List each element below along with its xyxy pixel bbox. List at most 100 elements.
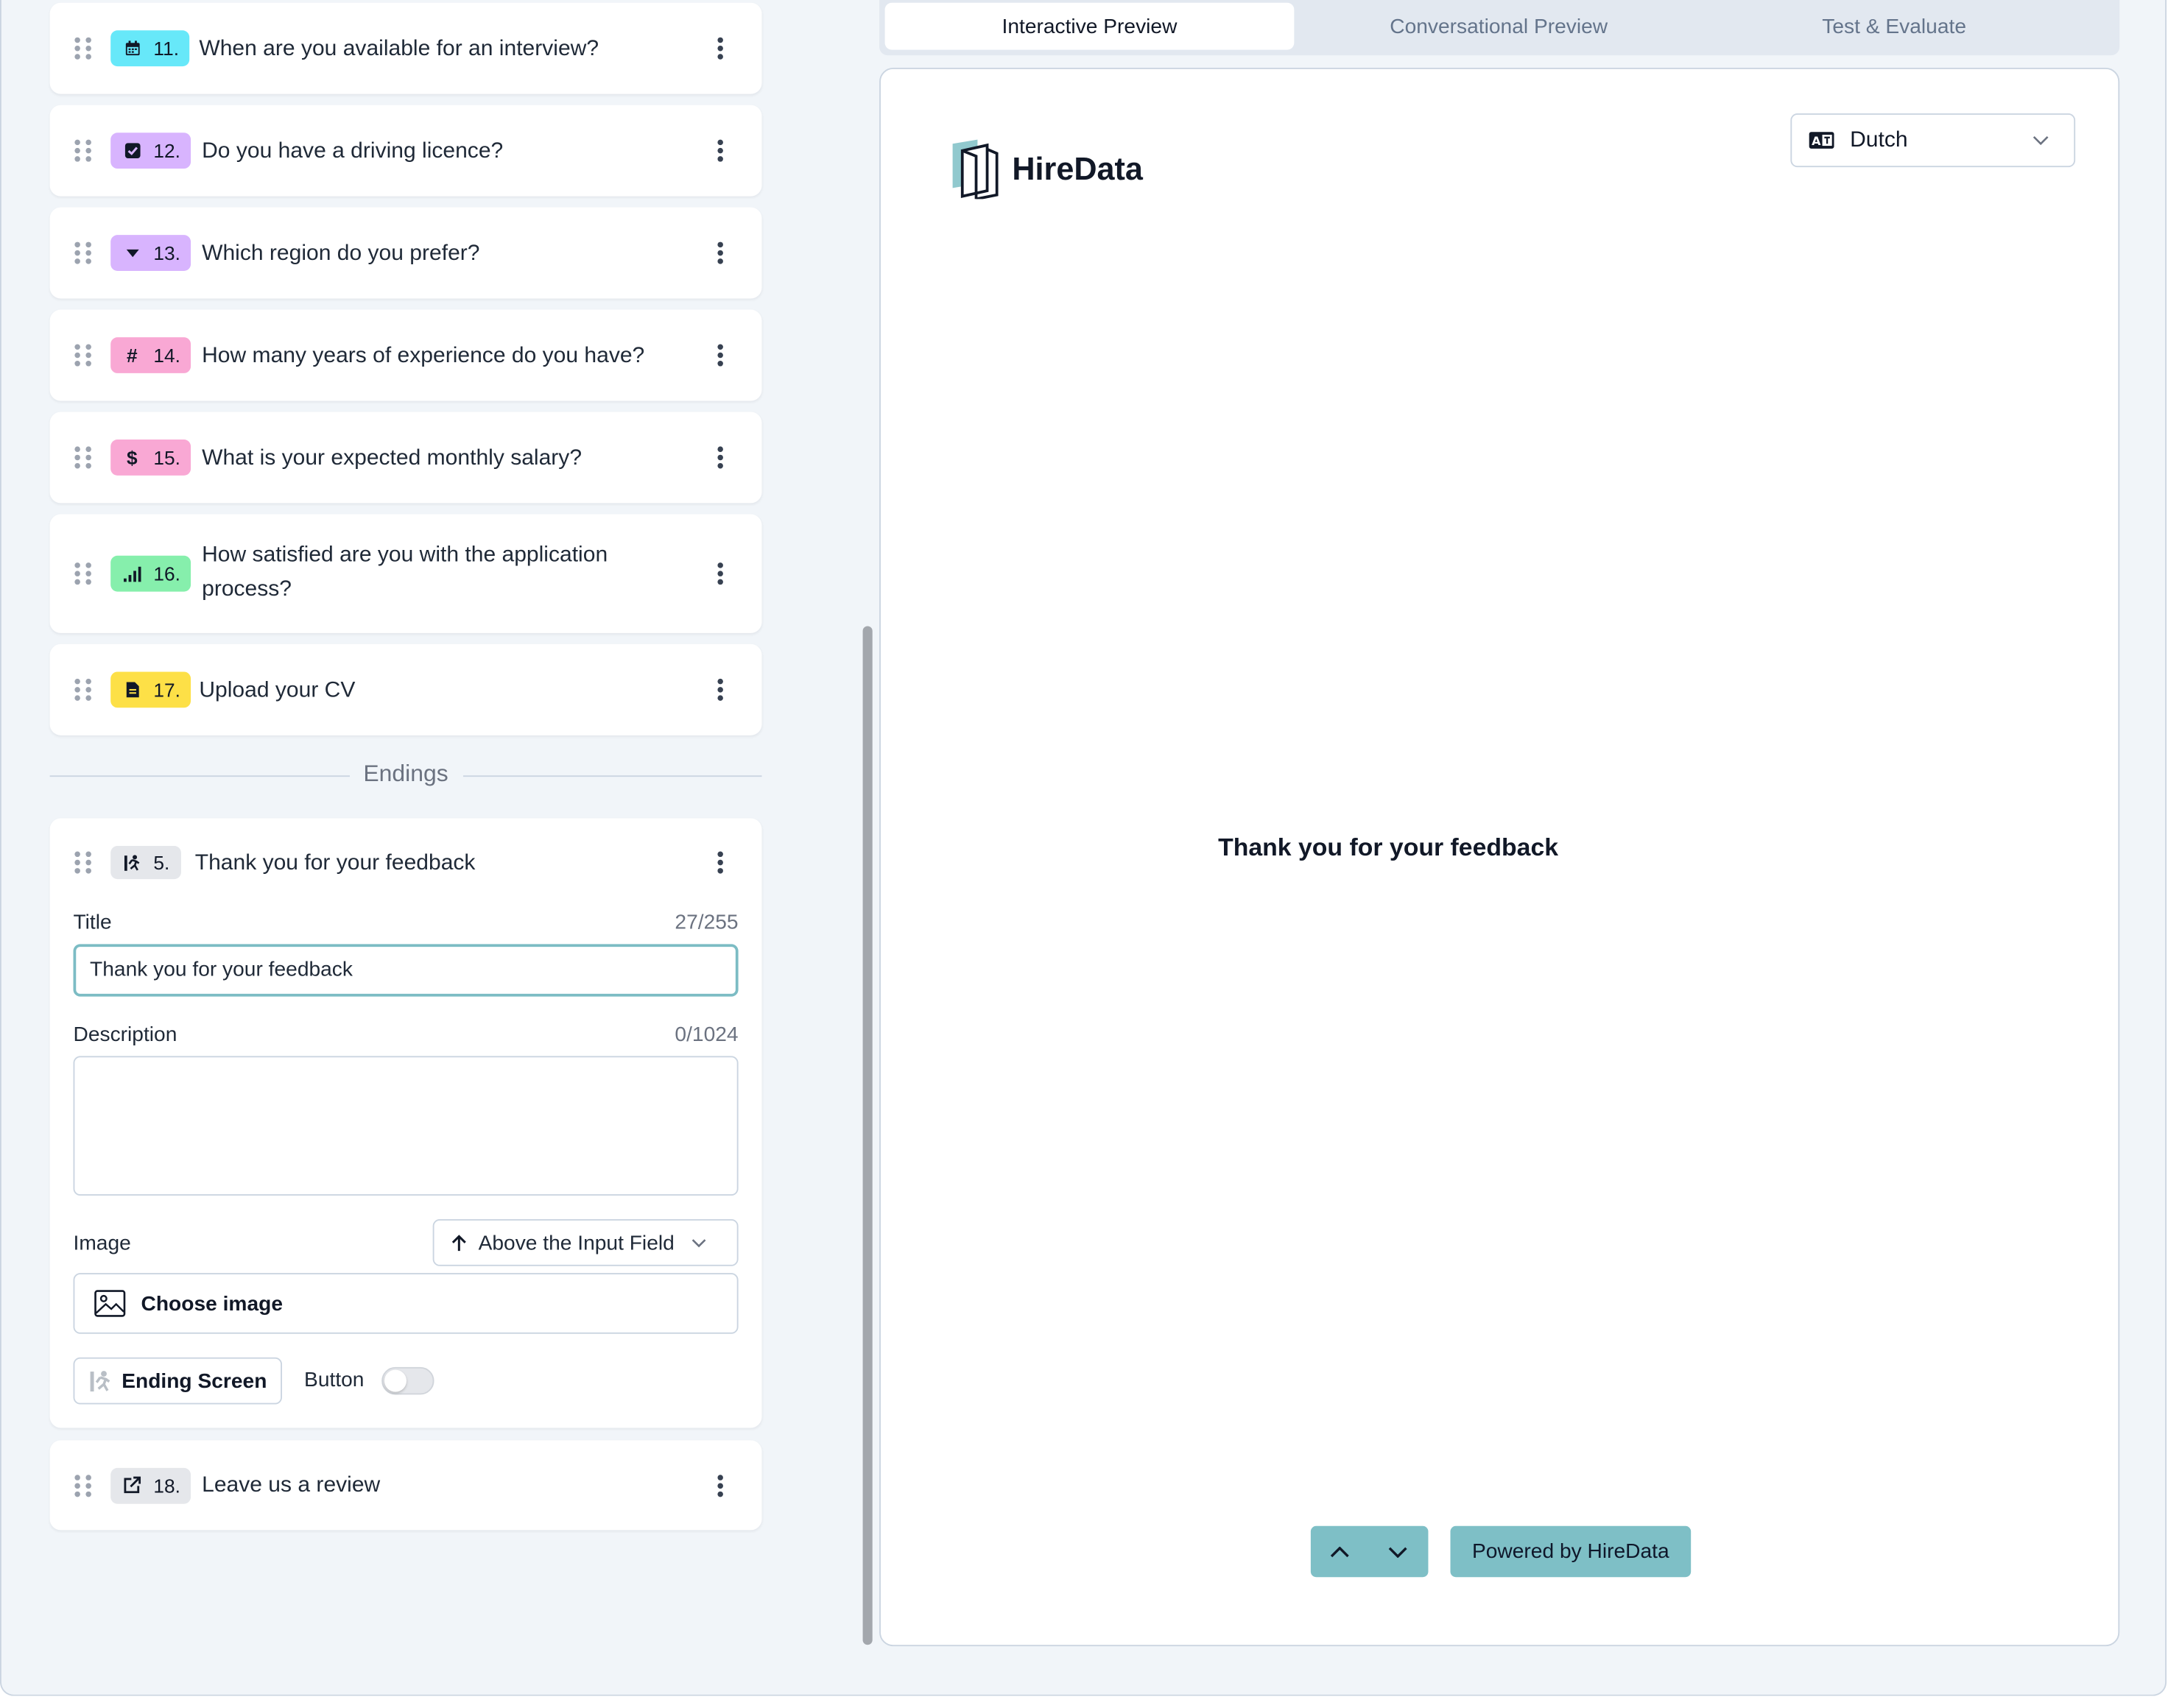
chevron-down-icon [1388, 1546, 1407, 1558]
ending-type-badge: 18. [110, 1467, 191, 1503]
drag-handle-icon[interactable] [74, 139, 91, 162]
drag-handle-icon[interactable] [74, 344, 91, 367]
more-options-icon[interactable] [717, 37, 723, 60]
more-options-icon[interactable] [717, 446, 723, 469]
next-question-button[interactable] [1369, 1526, 1427, 1577]
description-textarea[interactable] [73, 1056, 739, 1196]
button-toggle-label: Button [304, 1368, 365, 1392]
drag-handle-icon[interactable] [74, 678, 91, 701]
drag-handle-icon[interactable] [74, 1474, 91, 1497]
image-field-label: Image [73, 1231, 131, 1255]
question-number: 15. [153, 446, 180, 469]
editor-scrollbar[interactable] [860, 0, 874, 1651]
drag-handle-icon[interactable] [74, 851, 91, 874]
question-title[interactable]: Upload your CV [199, 673, 355, 707]
drag-handle-icon[interactable] [74, 562, 91, 585]
drag-handle-icon[interactable] [74, 37, 91, 60]
image-position-value: Above the Input Field [478, 1230, 675, 1254]
question-type-badge: 12. [110, 133, 191, 169]
calendar-icon [123, 40, 141, 57]
question-card-16[interactable]: 16. How satisfied are you with the appli… [49, 514, 762, 633]
question-title[interactable]: How many years of experience do you have… [202, 339, 644, 373]
previous-question-button[interactable] [1311, 1526, 1369, 1577]
endings-label: Endings [363, 760, 448, 787]
more-options-icon[interactable] [717, 1474, 723, 1497]
powered-by-badge[interactable]: Powered by HireData [1450, 1525, 1692, 1578]
language-value: Dutch [1850, 127, 1908, 152]
question-type-badge: 13. [110, 235, 191, 271]
question-number: 11. [153, 37, 180, 60]
more-options-icon[interactable] [717, 562, 723, 585]
image-position-select[interactable]: Above the Input Field [432, 1218, 739, 1266]
ending-number: 18. [153, 1474, 180, 1497]
tab-interactive-preview[interactable]: Interactive Preview [884, 2, 1295, 50]
description-field-label: Description [73, 1023, 177, 1047]
button-toggle[interactable] [381, 1366, 434, 1395]
title-input[interactable]: Thank you for your feedback [73, 944, 739, 997]
question-title[interactable]: Do you have a driving licence? [202, 134, 503, 169]
choose-image-label: Choose image [141, 1291, 284, 1316]
question-type-badge: $ 15. [110, 440, 191, 476]
file-icon [123, 681, 141, 699]
endings-separator: Endings [49, 760, 762, 794]
hash-icon: # [126, 344, 138, 367]
drag-handle-icon[interactable] [74, 241, 91, 264]
more-options-icon[interactable] [717, 851, 723, 874]
question-card-15[interactable]: $ 15. What is your expected monthly sala… [49, 412, 762, 504]
preview-pane: HireData A Dutch Thank you for your feed… [879, 67, 2120, 1647]
ending-number: 5. [153, 851, 170, 874]
image-icon [94, 1290, 126, 1318]
hiredata-logo-icon [950, 138, 1001, 200]
tab-conversational-preview[interactable]: Conversational Preview [1294, 3, 1703, 50]
question-number: 17. [153, 678, 180, 701]
more-options-icon[interactable] [717, 139, 723, 162]
chevron-down-icon [691, 1238, 706, 1247]
ending-title[interactable]: Thank you for your feedback [195, 846, 476, 881]
question-type-badge: # 14. [110, 337, 191, 373]
ending-title[interactable]: Leave us a review [202, 1468, 380, 1503]
drag-handle-icon[interactable] [74, 446, 91, 469]
question-card-12[interactable]: 12. Do you have a driving licence? [49, 105, 762, 197]
question-title-line-1: How satisfied are you with the applicati… [202, 543, 608, 567]
question-card-11[interactable]: 11. When are you available for an interv… [49, 2, 762, 94]
tab-test-evaluate[interactable]: Test & Evaluate [1703, 3, 2085, 50]
question-card-17[interactable]: 17. Upload your CV [49, 643, 762, 735]
question-number: 14. [153, 344, 180, 367]
question-card-13[interactable]: 13. Which region do you prefer? [49, 207, 762, 299]
ending-type-badge: 5. [110, 846, 181, 880]
question-title[interactable]: What is your expected monthly salary? [202, 441, 582, 476]
more-options-icon[interactable] [717, 344, 723, 367]
scrollbar-thumb[interactable] [862, 626, 873, 1645]
ending-card-18[interactable]: 18. Leave us a review [49, 1440, 762, 1531]
checkbox-icon [123, 141, 141, 159]
preview-navigation [1310, 1525, 1429, 1578]
external-link-icon [123, 1476, 141, 1494]
question-title[interactable]: Which region do you prefer? [202, 236, 479, 271]
title-field-label: Title [73, 911, 112, 935]
svg-text:A: A [1812, 134, 1821, 148]
brand-logo: HireData [950, 138, 1143, 200]
question-number: 12. [153, 139, 180, 162]
more-options-icon[interactable] [717, 678, 723, 701]
language-select[interactable]: A Dutch [1790, 113, 2076, 168]
ending-screen-button[interactable]: Ending Screen [73, 1357, 283, 1405]
app-frame: 11. When are you available for an interv… [0, 0, 2167, 1696]
preview-ending-title: Thank you for your feedback [1218, 833, 1559, 861]
chevron-up-icon [1330, 1545, 1349, 1557]
question-title-line-2: process? [202, 577, 292, 601]
brand-name: HireData [1012, 149, 1143, 186]
choose-image-button[interactable]: Choose image [73, 1273, 739, 1334]
question-type-badge: 11. [110, 30, 191, 67]
question-number: 16. [153, 562, 180, 585]
question-title[interactable]: When are you available for an interview? [199, 32, 599, 66]
more-options-icon[interactable] [717, 241, 723, 264]
question-type-badge: 17. [110, 671, 191, 708]
chevron-down-icon [2032, 135, 2049, 146]
question-title[interactable]: How satisfied are you with the applicati… [202, 537, 608, 607]
dollar-icon: $ [126, 446, 138, 469]
question-card-14[interactable]: # 14. How many years of experience do yo… [49, 309, 762, 401]
translate-icon: A [1809, 131, 1835, 149]
ending-card-5[interactable]: 5. Thank you for your feedback Title 27/… [49, 818, 762, 1428]
runner-icon [88, 1369, 112, 1393]
dropdown-icon [123, 244, 141, 261]
